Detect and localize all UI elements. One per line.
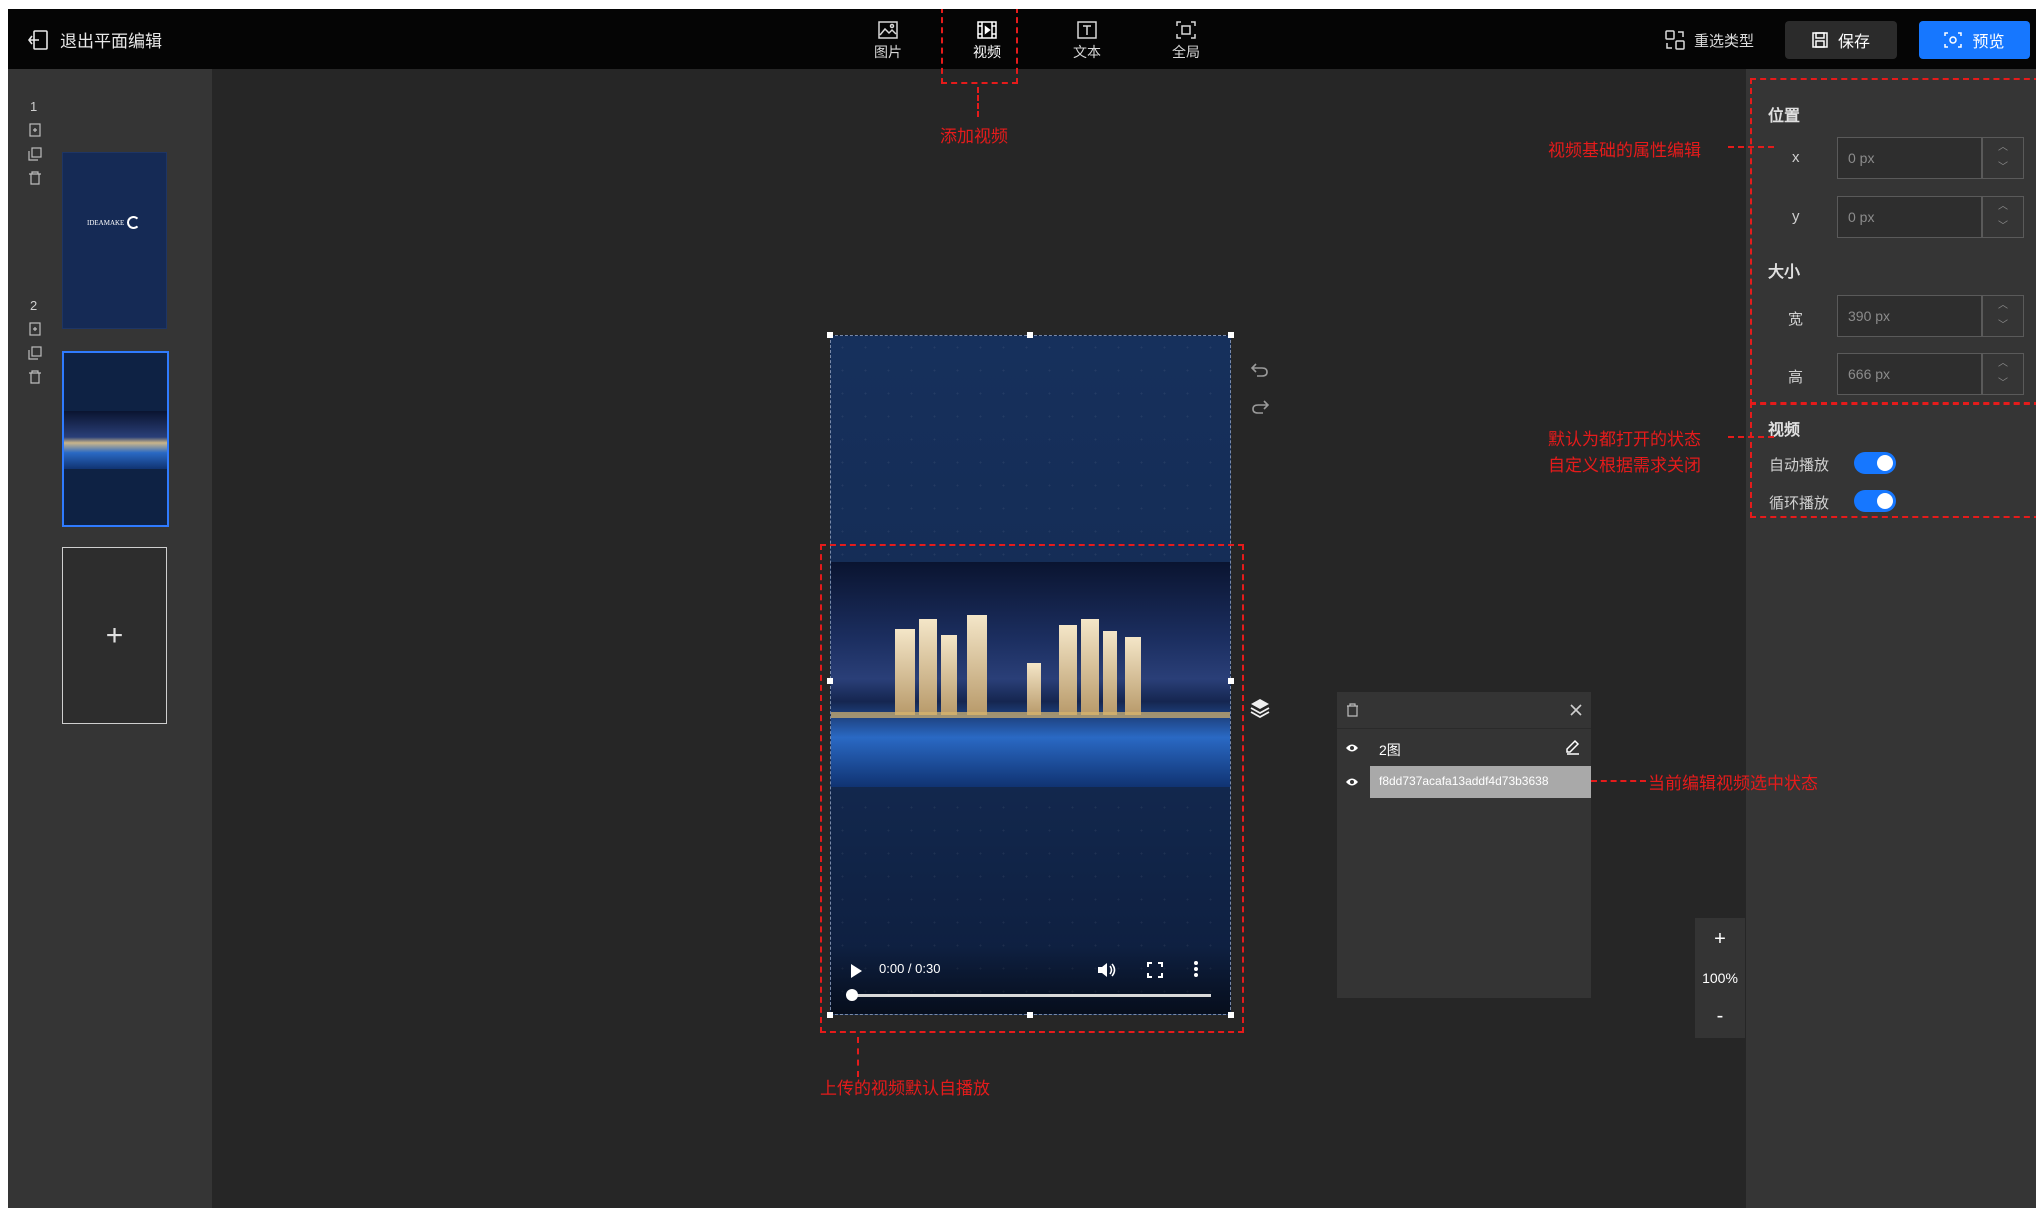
preview-label: 预览 bbox=[1972, 34, 2005, 51]
annotation-box-video bbox=[820, 544, 1244, 1033]
exit-plane-edit-button[interactable]: 退出平面编辑 bbox=[28, 27, 162, 52]
annotation-arrow bbox=[1728, 436, 1774, 438]
thumb-city-image bbox=[64, 411, 167, 469]
annotation-selected-state: 当前编辑视频选中状态 bbox=[1648, 774, 1818, 793]
page-actions-1 bbox=[28, 123, 42, 185]
reselect-label: 重选类型 bbox=[1694, 32, 1755, 50]
add-page-icon[interactable] bbox=[28, 123, 42, 137]
page-number-2: 2 bbox=[30, 298, 38, 313]
exit-icon bbox=[28, 29, 48, 50]
page-number-1: 1 bbox=[30, 99, 38, 114]
visibility-eye-icon[interactable] bbox=[1345, 777, 1359, 787]
annotation-default-on-1: 默认为都打开的状态 bbox=[1548, 430, 1701, 449]
preview-icon bbox=[1944, 32, 1963, 48]
tool-image-label: 图片 bbox=[874, 44, 902, 60]
annotation-arrow bbox=[1728, 146, 1774, 148]
top-toolbar: 退出平面编辑 图片 视频 文本 全局 重选类型 保存 预览 bbox=[8, 9, 2036, 69]
layer-row[interactable]: 2图 bbox=[1337, 732, 1591, 764]
delete-page-icon[interactable] bbox=[28, 171, 42, 185]
resize-handle[interactable] bbox=[1027, 332, 1033, 338]
layers-icon[interactable] bbox=[1250, 698, 1270, 718]
edit-pencil-icon[interactable] bbox=[1566, 739, 1580, 755]
annotation-box-video-tool bbox=[941, 9, 1018, 84]
tool-text[interactable]: 文本 bbox=[1057, 17, 1117, 65]
copy-page-icon[interactable] bbox=[28, 147, 42, 161]
annotation-arrow bbox=[1591, 780, 1646, 782]
tool-global[interactable]: 全局 bbox=[1156, 17, 1216, 65]
close-icon[interactable] bbox=[1570, 704, 1582, 716]
save-button[interactable]: 保存 bbox=[1785, 21, 1897, 59]
zoom-in-button[interactable]: + bbox=[1714, 928, 1726, 951]
annotation-autoplay-default: 上传的视频默认自播放 bbox=[820, 1079, 990, 1098]
save-label: 保存 bbox=[1837, 34, 1870, 51]
annotation-arrow bbox=[857, 1037, 859, 1077]
annotation-base-props: 视频基础的属性编辑 bbox=[1548, 141, 1701, 160]
thumb-logo-text: IDEAMAKE bbox=[87, 219, 125, 227]
layer-row-selected[interactable]: f8dd737acafa13addf4d73b3638 bbox=[1337, 766, 1591, 798]
exit-label: 退出平面编辑 bbox=[60, 32, 162, 51]
layer-name: f8dd737acafa13addf4d73b3638 bbox=[1379, 774, 1549, 788]
annotation-box-video-toggles bbox=[1750, 402, 2036, 518]
switch-type-icon bbox=[1665, 30, 1685, 50]
tool-global-label: 全局 bbox=[1172, 44, 1200, 60]
thumb-logo-circle bbox=[127, 216, 140, 229]
annotation-add-video: 添加视频 bbox=[940, 127, 1008, 146]
visibility-eye-icon[interactable] bbox=[1345, 743, 1359, 753]
resize-handle[interactable] bbox=[827, 332, 833, 338]
image-icon bbox=[878, 21, 898, 39]
page-thumbnail-2[interactable] bbox=[62, 351, 169, 527]
layer-selected-highlight: f8dd737acafa13addf4d73b3638 bbox=[1370, 766, 1591, 798]
resize-handle[interactable] bbox=[1228, 332, 1234, 338]
annotation-default-on-2: 自定义根据需求关闭 bbox=[1548, 456, 1701, 475]
zoom-out-button[interactable]: - bbox=[1717, 1005, 1724, 1028]
delete-page-icon[interactable] bbox=[28, 370, 42, 384]
layers-header bbox=[1337, 692, 1591, 729]
tool-text-label: 文本 bbox=[1073, 44, 1101, 60]
reselect-type-button[interactable]: 重选类型 bbox=[1664, 29, 1754, 51]
text-icon bbox=[1077, 21, 1097, 39]
annotation-arrow bbox=[977, 87, 979, 117]
undo-icon[interactable] bbox=[1251, 362, 1269, 378]
add-page-button[interactable]: + bbox=[62, 547, 167, 724]
tool-image[interactable]: 图片 bbox=[858, 17, 918, 65]
delete-layer-icon[interactable] bbox=[1346, 703, 1359, 717]
page-list-panel: 1 IDEAMAKE 2 + bbox=[8, 69, 212, 1208]
layer-name: 2图 bbox=[1379, 742, 1401, 758]
page-actions-2 bbox=[28, 322, 42, 384]
add-page-icon[interactable] bbox=[28, 322, 42, 336]
zoom-level: 100% bbox=[1702, 969, 1738, 986]
redo-icon[interactable] bbox=[1251, 399, 1269, 415]
annotation-box-base-props bbox=[1750, 78, 2036, 405]
copy-page-icon[interactable] bbox=[28, 346, 42, 360]
zoom-control: + 100% - bbox=[1695, 918, 1745, 1038]
save-icon bbox=[1812, 32, 1828, 48]
page-thumbnail-1[interactable]: IDEAMAKE bbox=[62, 152, 167, 329]
layers-panel: 2图 f8dd737acafa13addf4d73b3638 bbox=[1337, 692, 1591, 998]
fullscreen-icon bbox=[1176, 21, 1196, 39]
preview-button[interactable]: 预览 bbox=[1919, 21, 2030, 59]
editor-app: 退出平面编辑 图片 视频 文本 全局 重选类型 保存 预览 1 IDEAMAKE… bbox=[8, 9, 2036, 1208]
